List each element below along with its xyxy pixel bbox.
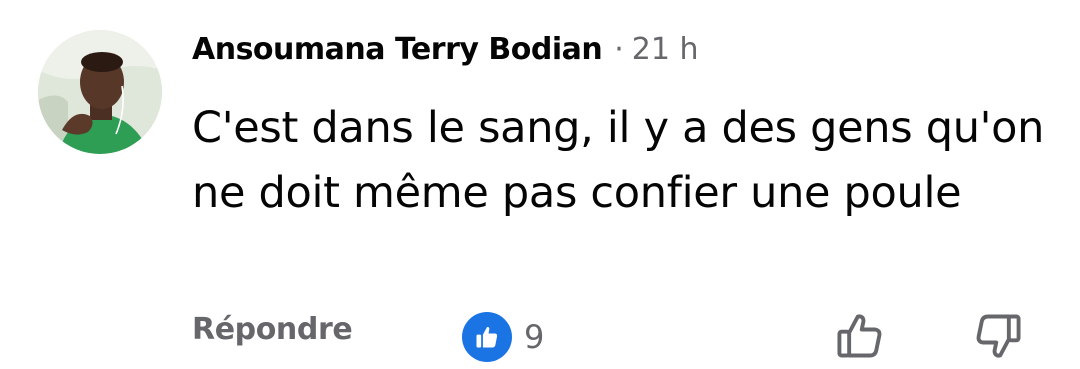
thumb-up-icon — [837, 314, 882, 358]
thumb-down-icon — [976, 314, 1021, 358]
downvote-button[interactable] — [968, 306, 1028, 366]
comment-timestamp[interactable]: 21 h — [632, 32, 699, 67]
upvote-button[interactable] — [830, 306, 890, 366]
like-icon — [462, 312, 512, 362]
comment-header: Ansoumana Terry Bodian · 21 h — [192, 32, 698, 74]
meta-separator: · — [614, 32, 624, 67]
reaction-count: 9 — [524, 318, 545, 356]
reaction-summary[interactable]: 9 — [462, 312, 544, 362]
author-name[interactable]: Ansoumana Terry Bodian — [192, 32, 603, 67]
reply-button[interactable]: Répondre — [192, 312, 353, 347]
comment-text: C'est dans le sang, il y a des gens qu'o… — [192, 103, 1045, 218]
author-avatar[interactable] — [38, 30, 162, 154]
